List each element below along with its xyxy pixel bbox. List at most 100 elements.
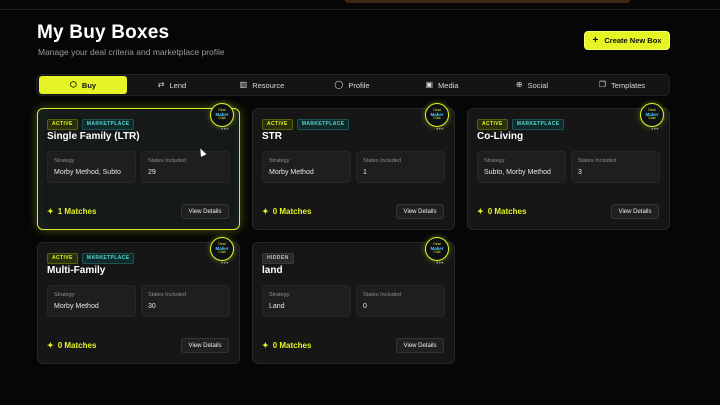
card-title: Single Family (LTR) — [47, 131, 140, 142]
buy-box-card[interactable]: ACTIVE MARKETPLACE STR Deal Maker Club ••• Stra… — [252, 103, 455, 230]
states-box: States Included 29 — [141, 151, 230, 183]
matches-label: 0 Matches — [57, 341, 97, 350]
strategy-value: Morby Method — [54, 303, 99, 310]
badge-group: ACTIVE MARKETPLACE — [262, 119, 350, 130]
club-logo-icon: Deal Maker Club — [425, 103, 449, 127]
active-badge: ACTIVE — [47, 253, 78, 264]
strategy-value: Morby Method — [269, 169, 314, 176]
strategy-value: Subto, Morby Method — [484, 169, 551, 176]
building-icon: ▥ — [239, 80, 248, 89]
top-bar — [0, 0, 720, 10]
states-box: States Included 0 — [356, 285, 445, 317]
more-options-icon[interactable]: ••• — [221, 127, 229, 133]
states-box: States Included 3 — [571, 151, 660, 183]
tab-resource[interactable]: ▥ Resource — [217, 76, 307, 94]
club-logo-icon: Deal Maker Club — [640, 103, 664, 127]
club-logo-text: Club — [433, 250, 441, 255]
states-value: 0 — [363, 303, 367, 310]
tab-lend[interactable]: ⇄ Lend — [127, 76, 217, 94]
view-details-button[interactable]: View Details — [181, 204, 229, 219]
market-badge: MARKETPLACE — [296, 119, 350, 130]
strategy-label: Strategy — [269, 158, 290, 164]
top-progress-glow — [345, 0, 630, 3]
tab-templates[interactable]: ❐ Templates — [577, 76, 667, 94]
strategy-label: Strategy — [269, 292, 290, 298]
states-label: States Included — [363, 158, 401, 164]
buy-box-card[interactable]: HIDDEN land Deal Maker Club ••• Strategy Land St… — [252, 237, 455, 364]
card-title: Multi-Family — [47, 265, 106, 276]
more-options-icon[interactable]: ••• — [436, 127, 444, 133]
strategy-label: Strategy — [54, 292, 75, 298]
tab-label: Lend — [169, 80, 187, 90]
tab-media[interactable]: ▣ Media — [397, 76, 487, 94]
strategy-value: Morby Method, Subto — [54, 169, 121, 176]
view-details-button[interactable]: View Details — [396, 204, 444, 219]
tab-profile[interactable]: ◯ Profile — [307, 76, 397, 94]
matches-label: 0 Matches — [272, 207, 312, 216]
sparkle-icon: ✦ — [262, 341, 269, 350]
more-options-icon[interactable]: ••• — [436, 261, 444, 267]
matches-count[interactable]: ✦ 0 Matches — [47, 341, 96, 350]
tab-label: Profile — [348, 80, 370, 90]
tab-label: Social — [527, 80, 549, 90]
states-value: 29 — [148, 169, 156, 176]
strategy-box: Strategy Morby Method, Subto — [47, 151, 136, 183]
more-options-icon[interactable]: ••• — [651, 127, 659, 133]
states-label: States Included — [148, 158, 186, 164]
matches-count[interactable]: ✦ 0 Matches — [262, 341, 311, 350]
market-badge: MARKETPLACE — [81, 119, 135, 130]
create-new-box-label: Create New Box — [604, 36, 662, 45]
badge-group: HIDDEN — [262, 253, 294, 264]
tab-label: Media — [438, 80, 459, 90]
states-label: States Included — [148, 292, 186, 298]
handshake-icon: ⇄ — [157, 80, 165, 89]
market-badge: MARKETPLACE — [511, 119, 565, 130]
more-options-icon[interactable]: ••• — [221, 261, 229, 267]
active-badge: ACTIVE — [477, 119, 508, 130]
box-icon: ⬡ — [69, 80, 77, 89]
tab-buy[interactable]: ⬡ Buy — [39, 76, 127, 94]
states-value: 1 — [363, 169, 367, 176]
club-logo-icon: Deal Maker Club — [210, 237, 234, 261]
tab-label: Resource — [252, 80, 285, 90]
states-box: States Included 1 — [356, 151, 445, 183]
club-logo-text: Club — [218, 250, 226, 255]
strategy-box: Strategy Land — [262, 285, 351, 317]
strategy-box: Strategy Morby Method — [262, 151, 351, 183]
tab-social[interactable]: ⊕ Social — [487, 76, 577, 94]
view-details-button[interactable]: View Details — [396, 338, 444, 353]
card-title: STR — [262, 131, 282, 142]
matches-count[interactable]: ✦ 1 Matches — [47, 207, 96, 216]
badge-group: ACTIVE MARKETPLACE — [477, 119, 565, 130]
badge-group: ACTIVE MARKETPLACE — [47, 119, 135, 130]
view-details-button[interactable]: View Details — [181, 338, 229, 353]
sparkle-icon: ✦ — [262, 207, 269, 216]
matches-count[interactable]: ✦ 0 Matches — [262, 207, 311, 216]
strategy-box: Strategy Morby Method — [47, 285, 136, 317]
plus-icon: + — [592, 34, 599, 46]
matches-count[interactable]: ✦ 0 Matches — [477, 207, 526, 216]
view-details-button[interactable]: View Details — [611, 204, 659, 219]
card-title: land — [262, 265, 283, 276]
strategy-value: Land — [269, 303, 285, 310]
strategy-label: Strategy — [54, 158, 75, 164]
buy-box-card[interactable]: ACTIVE MARKETPLACE Single Family (LTR) Deal… — [37, 103, 240, 230]
tab-label: Buy — [81, 80, 97, 90]
create-new-box-button[interactable]: + Create New Box — [584, 31, 670, 50]
sparkle-icon: ✦ — [47, 341, 54, 350]
states-label: States Included — [578, 158, 616, 164]
buy-box-card[interactable]: ACTIVE MARKETPLACE Multi-Family Deal Maker Cl… — [37, 237, 240, 364]
buy-box-card[interactable]: ACTIVE MARKETPLACE Co-Living Deal Maker Club •… — [467, 103, 670, 230]
page-title: My Buy Boxes — [37, 22, 170, 43]
card-title: Co-Living — [477, 131, 524, 142]
matches-label: 1 Matches — [57, 207, 97, 216]
copy-icon: ❐ — [598, 80, 606, 89]
tab-label: Templates — [610, 80, 646, 90]
active-badge: ACTIVE — [47, 119, 78, 130]
strategy-label: Strategy — [484, 158, 505, 164]
matches-label: 0 Matches — [487, 207, 527, 216]
states-label: States Included — [363, 292, 401, 298]
strategy-box: Strategy Subto, Morby Method — [477, 151, 566, 183]
sparkle-icon: ✦ — [47, 207, 54, 216]
club-logo-icon: Deal Maker Club — [210, 103, 234, 127]
